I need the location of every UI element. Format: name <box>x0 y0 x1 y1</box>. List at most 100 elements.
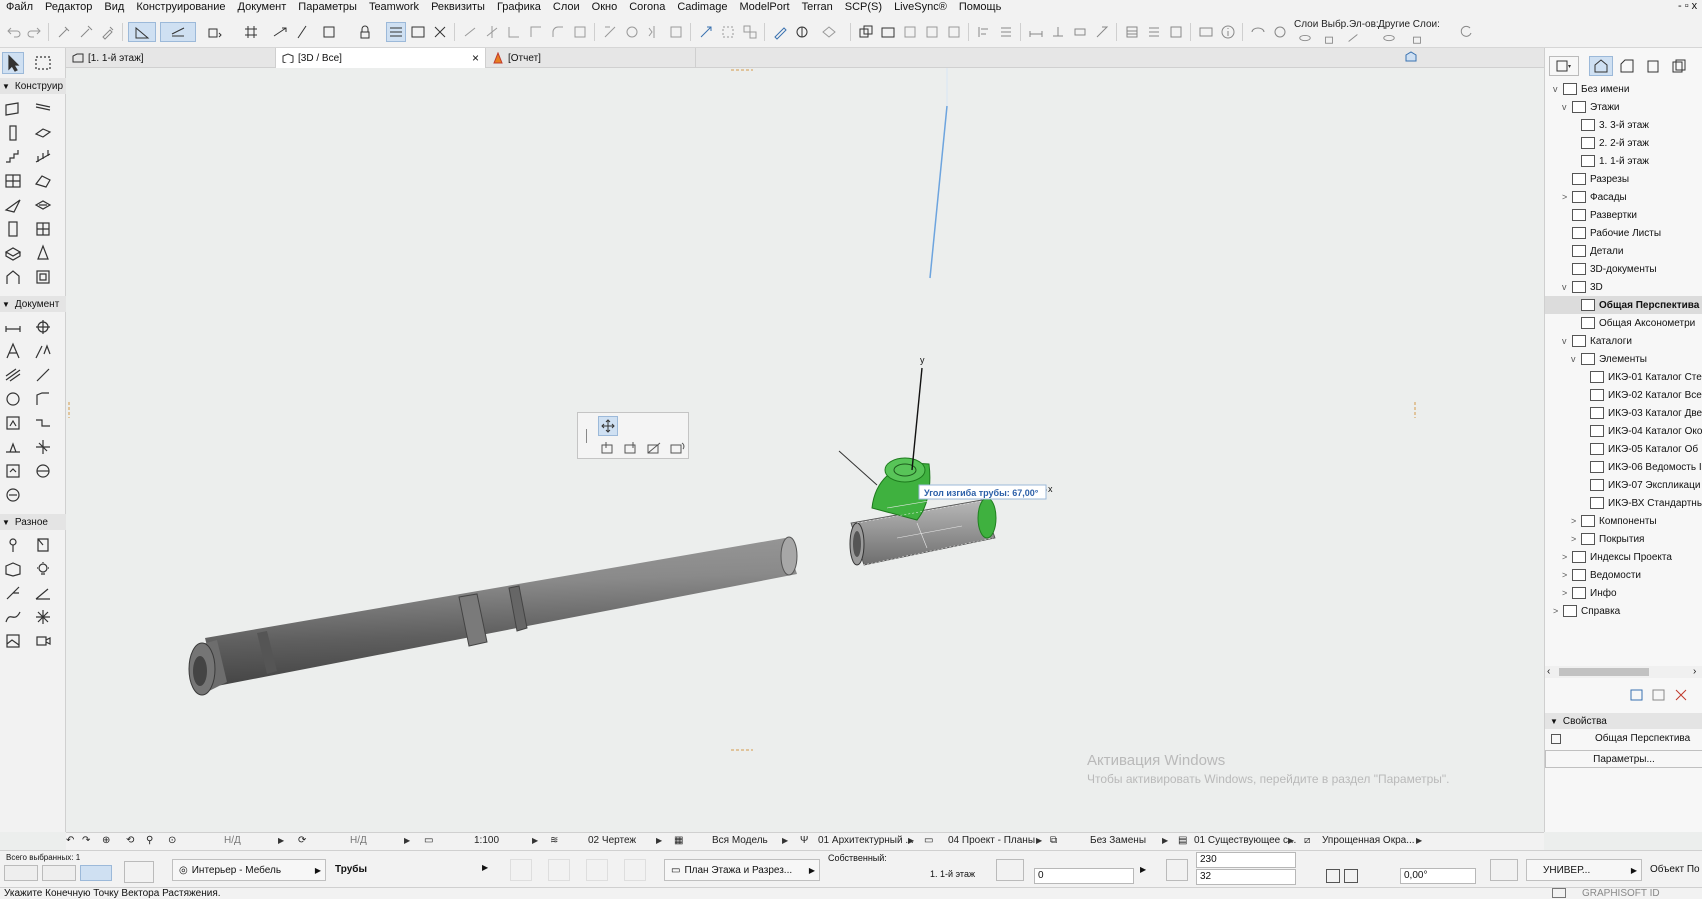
elevation-tool-icon[interactable] <box>2 436 24 458</box>
properties-header[interactable]: ▼ Свойства <box>1545 713 1702 729</box>
geometry-method-2[interactable] <box>548 859 570 881</box>
width-field[interactable]: 230 <box>1196 852 1296 868</box>
layer-combination[interactable]: 01 Архитектурный ... <box>818 835 914 846</box>
eyedropper-icon[interactable] <box>98 22 118 42</box>
scroll-right-icon[interactable]: › <box>1693 666 1696 677</box>
tree-item[interactable]: 1. 1-й этаж <box>1545 152 1702 170</box>
tree-item[interactable]: > Ведомости <box>1545 566 1702 584</box>
window-tool-icon[interactable] <box>32 218 54 240</box>
collapse-icon[interactable]: v <box>1553 84 1558 94</box>
tree-item[interactable]: Развертки <box>1545 206 1702 224</box>
tree-item[interactable]: ИКЭ-03 Каталог Две <box>1545 404 1702 422</box>
menu-attributes[interactable]: Реквизиты <box>425 0 491 14</box>
pick-up-icon[interactable] <box>54 22 74 42</box>
tree-item[interactable]: 2. 2-й этаж <box>1545 134 1702 152</box>
skylight-tool-icon[interactable] <box>32 194 54 216</box>
lock-icon[interactable] <box>350 22 380 42</box>
expand-icon[interactable]: > <box>1562 588 1567 598</box>
menu-view[interactable]: Вид <box>98 0 130 14</box>
mirror-toggle-icon[interactable] <box>1344 869 1358 883</box>
height-field[interactable]: 32 <box>1196 869 1296 885</box>
curtain-wall-tool-icon[interactable] <box>2 170 24 192</box>
tree-item[interactable]: Разрезы <box>1545 170 1702 188</box>
object-tool-icon[interactable] <box>2 242 24 264</box>
tree-item[interactable]: v 3D <box>1545 278 1702 296</box>
view-navigation-icon[interactable] <box>1396 48 1428 66</box>
send-back-icon[interactable] <box>922 22 942 42</box>
paint-icon[interactable] <box>770 22 790 42</box>
tree-item[interactable]: 3. 3-й этаж <box>1545 116 1702 134</box>
intersect-icon[interactable] <box>526 22 546 42</box>
menu-corona[interactable]: Corona <box>623 0 671 14</box>
adjust-icon[interactable] <box>504 22 524 42</box>
menu-help[interactable]: Помощь <box>953 0 1008 14</box>
section-design[interactable]: ▼ Конструир <box>0 78 66 94</box>
orbit-icon[interactable] <box>1270 22 1290 42</box>
orientation-icon[interactable] <box>1490 859 1518 881</box>
elevate-icon[interactable] <box>666 22 686 42</box>
mesh-tool-icon[interactable] <box>32 266 54 288</box>
stair-tool-icon[interactable] <box>2 146 24 168</box>
tree-item[interactable]: Общая Перспектива <box>1545 296 1702 314</box>
offset-icon[interactable] <box>570 22 590 42</box>
text-tool-icon[interactable] <box>2 340 24 362</box>
tree-item[interactable]: 3D-документы <box>1545 260 1702 278</box>
detail-tool-icon[interactable] <box>32 460 54 482</box>
index-icon[interactable] <box>1166 22 1186 42</box>
morph-tool-icon[interactable] <box>32 242 54 264</box>
rotation-value[interactable]: Н/Д <box>350 835 367 846</box>
info-icon[interactable] <box>1218 22 1238 42</box>
align-icon[interactable] <box>974 22 994 42</box>
slab-tool-icon[interactable] <box>32 122 54 144</box>
geometry-method-4[interactable] <box>624 859 646 881</box>
trim-icon[interactable] <box>460 22 480 42</box>
scene-canvas[interactable]: y x Угол изгиба трубы: 67,00° <box>67 68 1544 832</box>
zoom-in-icon[interactable]: ⊕ <box>102 835 110 846</box>
tab-3d[interactable]: [3D / Все] × <box>276 48 486 68</box>
interior-elevation-tool-icon[interactable] <box>32 436 54 458</box>
layer-lock-icon[interactable] <box>1322 32 1336 44</box>
undo-icon[interactable] <box>4 22 24 42</box>
rotate-icon[interactable] <box>622 22 642 42</box>
geometry-method-1[interactable] <box>510 859 532 881</box>
section-more[interactable]: ▼ Разное <box>0 514 66 530</box>
drawing-combo[interactable]: 02 Чертеж <box>588 835 636 846</box>
menu-scps[interactable]: SCP(S) <box>839 0 888 14</box>
3d-viewport[interactable]: y x Угол изгиба трубы: 67,00° Активация … <box>67 68 1544 832</box>
close-cross-icon[interactable] <box>430 22 450 42</box>
renovation-combo[interactable]: 01 Существующее с... <box>1194 835 1296 846</box>
collapse-icon[interactable]: v <box>1571 354 1576 364</box>
move-icon[interactable] <box>270 22 290 42</box>
view-mode-combo[interactable]: Упрощенная Окра... <box>1322 835 1415 846</box>
undo-view-icon[interactable]: ↶ <box>66 835 74 846</box>
arrange-icon[interactable] <box>944 22 964 42</box>
pipe-tee-fitting[interactable] <box>849 457 997 566</box>
tree-item[interactable]: ИКЭ-07 Экспликаци <box>1545 476 1702 494</box>
expand-icon[interactable]: > <box>1553 606 1558 616</box>
menu-layers[interactable]: Слои <box>547 0 586 14</box>
radial-dimension-tool-icon[interactable] <box>2 582 24 604</box>
spline-tool-icon[interactable] <box>2 606 24 628</box>
view-map-icon[interactable] <box>1615 56 1639 76</box>
floor-plan-section-combo[interactable]: ▭ План Этажа и Разрез... ▶ <box>664 859 820 881</box>
roof-tool-icon[interactable] <box>32 170 54 192</box>
worksheet-tool-icon[interactable] <box>2 460 24 482</box>
redo-view-icon[interactable]: ↷ <box>82 835 90 846</box>
window-controls[interactable]: - ▫ x <box>1678 0 1697 12</box>
menu-graphics[interactable]: Графика <box>491 0 547 14</box>
scroll-thumb[interactable] <box>1559 668 1649 676</box>
distribute-icon[interactable] <box>996 22 1016 42</box>
group-icon[interactable] <box>856 22 876 42</box>
expand-icon[interactable]: > <box>1571 516 1576 526</box>
walk-icon[interactable]: ⚲ <box>146 835 153 846</box>
menu-design[interactable]: Конструирование <box>130 0 231 14</box>
tree-item[interactable]: > Покрытия <box>1545 530 1702 548</box>
universal-button[interactable]: УНИВЕР... ▶ <box>1526 859 1642 881</box>
expand-icon[interactable]: > <box>1571 534 1576 544</box>
section-tool-icon[interactable] <box>32 412 54 434</box>
tree-item[interactable]: > Индексы Проекта <box>1545 548 1702 566</box>
menu-teamwork[interactable]: Teamwork <box>363 0 425 14</box>
graphisoft-id-link[interactable]: GRAPHISOFT ID <box>1582 888 1660 899</box>
grid-snap-icon[interactable] <box>236 22 266 42</box>
graphic-override-combo[interactable]: Без Замены <box>1090 835 1146 846</box>
